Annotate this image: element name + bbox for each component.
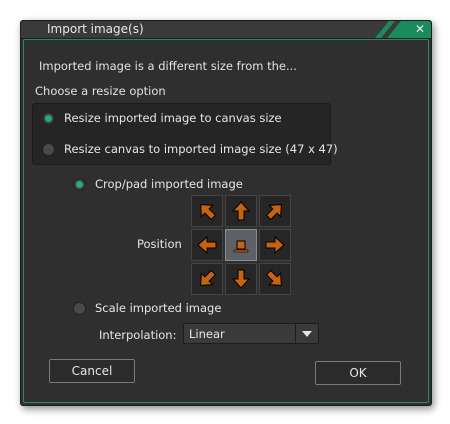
- window-title: Import image(s): [47, 22, 144, 36]
- position-left[interactable]: [191, 229, 223, 261]
- interpolation-value: Linear: [189, 327, 225, 341]
- close-icon[interactable]: ✕: [413, 21, 427, 38]
- arrow-up-icon: [231, 201, 251, 221]
- arrow-down-right-icon: [265, 269, 282, 286]
- resize-image-label: Resize imported image to canvas size: [64, 111, 282, 125]
- crop-pad-option[interactable]: Crop/pad imported image: [73, 177, 243, 191]
- arrow-right-icon: [265, 235, 285, 255]
- radio-resize-image[interactable]: [42, 111, 55, 125]
- scale-option[interactable]: Scale imported image: [73, 301, 221, 315]
- arrow-up-right-icon: [265, 204, 282, 221]
- arrow-up-left-icon: [200, 204, 217, 221]
- interpolation-label: Interpolation:: [99, 328, 177, 342]
- position-center[interactable]: [225, 229, 257, 261]
- info-message: Imported image is a different size from …: [39, 59, 297, 73]
- cancel-button[interactable]: Cancel: [49, 359, 135, 383]
- title-bar[interactable]: Import image(s) ✕: [21, 21, 431, 39]
- resize-heading: Choose a resize option: [35, 84, 166, 98]
- resize-canvas-option[interactable]: Resize canvas to imported image size (47…: [42, 142, 338, 156]
- scale-label: Scale imported image: [95, 301, 222, 315]
- interpolation-select[interactable]: Linear: [183, 323, 319, 344]
- position-bottom-right[interactable]: [259, 263, 291, 295]
- position-top[interactable]: [225, 195, 257, 227]
- position-bottom-left[interactable]: [191, 263, 223, 295]
- arrow-down-icon: [231, 269, 251, 289]
- anchor-center-icon: [233, 240, 249, 253]
- arrow-down-left-icon: [200, 269, 217, 286]
- radio-scale[interactable]: [73, 301, 86, 315]
- radio-resize-canvas[interactable]: [42, 142, 55, 156]
- import-image-dialog: Import image(s) ✕ Imported image is a di…: [20, 20, 432, 406]
- dropdown-arrow-icon[interactable]: [295, 324, 318, 343]
- position-top-right[interactable]: [259, 195, 291, 227]
- position-top-left[interactable]: [191, 195, 223, 227]
- resize-options-group: Resize imported image to canvas size Res…: [32, 103, 338, 165]
- position-label: Position: [137, 237, 182, 251]
- position-grid: [191, 195, 293, 297]
- crop-pad-label: Crop/pad imported image: [95, 177, 243, 191]
- position-right[interactable]: [259, 229, 291, 261]
- resize-image-option[interactable]: Resize imported image to canvas size: [42, 111, 282, 125]
- ok-button[interactable]: OK: [315, 361, 401, 385]
- resize-canvas-label: Resize canvas to imported image size (47…: [64, 142, 338, 156]
- position-bottom[interactable]: [225, 263, 257, 295]
- arrow-left-icon: [197, 235, 217, 255]
- radio-crop-pad[interactable]: [73, 177, 86, 191]
